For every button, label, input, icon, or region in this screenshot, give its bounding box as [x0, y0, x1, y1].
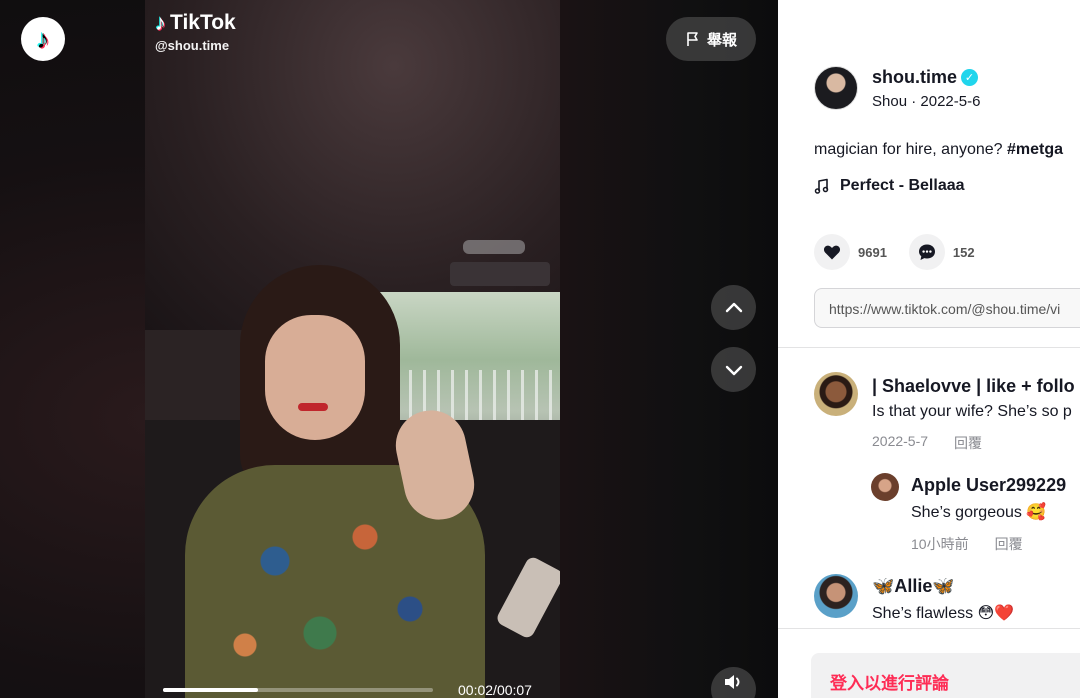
comment-body: Apple User299229 She’s gorgeous 🥰 10小時前 …	[911, 475, 1066, 554]
author-username[interactable]: shou.time	[872, 67, 957, 88]
like-button[interactable]	[814, 234, 850, 270]
panel-divider	[778, 347, 1080, 348]
author-avatar[interactable]	[814, 66, 858, 110]
next-video-button[interactable]	[711, 347, 756, 392]
volume-icon	[724, 674, 739, 689]
music-note-icon	[814, 178, 829, 194]
previous-video-button[interactable]	[711, 285, 756, 330]
author-subline: Shou · 2022-5-6	[872, 93, 980, 110]
video-progress-fill	[163, 688, 258, 692]
comment-text: She’s flawless 😳❤️	[872, 605, 1015, 622]
post-date: 2022-5-6	[920, 92, 981, 110]
comment-stat[interactable]: 152	[908, 234, 975, 270]
video-link-field[interactable]: https://www.tiktok.com/@shou.time/vi	[814, 288, 1080, 328]
login-to-comment-button[interactable]: 登入以進行評論	[811, 653, 1080, 698]
flag-icon	[687, 32, 698, 46]
music-link[interactable]: Perfect - Bellaaa	[814, 177, 965, 195]
person-lips	[298, 403, 328, 411]
comment-avatar[interactable]	[814, 372, 858, 416]
comment-date: 2022-5-7	[872, 433, 929, 449]
person-face	[265, 315, 365, 440]
comment-footer: 登入以進行評論	[778, 628, 1080, 698]
author-display-name: Shou	[872, 92, 908, 110]
report-button[interactable]: 舉報	[666, 17, 756, 61]
video-caption: magician for hire, anyone? #metga	[814, 141, 1063, 159]
chevron-up-icon	[725, 302, 742, 312]
engagement-stats: 9691 152	[814, 234, 975, 270]
current-time: 00:02	[458, 682, 494, 698]
watermark-music-note-icon: ♪	[155, 10, 166, 35]
music-title[interactable]: Perfect - Bellaaa	[840, 177, 965, 195]
tiktok-logo-icon[interactable]: ♪	[21, 17, 65, 61]
video-details-panel: shou.time ✓ Shou · 2022-5-6 magician for…	[778, 0, 1080, 698]
video-time-display: 00:02/00:07	[458, 682, 532, 698]
author-subline-separator: ·	[911, 92, 921, 110]
comment-button[interactable]	[908, 234, 945, 270]
video-blur-background-right	[560, 0, 778, 698]
video-player-area[interactable]: ♪ ♪ TikTok @shou.time 舉報 00:02 / 00:07	[0, 0, 778, 698]
report-label: 舉報	[706, 31, 737, 49]
comment-body: | Shaelovve | like + follo Is that your …	[872, 376, 1075, 453]
author-username-row[interactable]: shou.time ✓	[872, 67, 980, 88]
author-text: shou.time ✓ Shou · 2022-5-6	[872, 67, 980, 110]
car-light	[463, 240, 525, 254]
verified-badge-icon: ✓	[961, 68, 979, 86]
video-watermark: ♪ TikTok @shou.time	[155, 10, 236, 53]
reply-button[interactable]: 回覆	[995, 534, 1023, 554]
comment-meta: 10小時前 回覆	[911, 534, 1066, 554]
video-progress-bar[interactable]	[163, 688, 433, 692]
caption-text: magician for hire, anyone?	[814, 141, 1007, 158]
comment-username[interactable]: 🦋Allie🦋	[872, 576, 1014, 597]
comment-meta: 2022-5-7 回覆	[872, 433, 1075, 453]
reply-button[interactable]: 回覆	[954, 433, 982, 453]
comment-username[interactable]: | Shaelovve | like + follo	[872, 376, 1075, 397]
comment-avatar[interactable]	[814, 574, 858, 618]
like-stat[interactable]: 9691	[814, 234, 887, 270]
comment-bubble-icon	[918, 244, 935, 260]
comment-username[interactable]: Apple User299229	[911, 475, 1066, 496]
car-vent	[450, 262, 550, 286]
author-info[interactable]: shou.time ✓ Shou · 2022-5-6	[814, 66, 980, 110]
tiktok-video-page: ♪ ♪ TikTok @shou.time 舉報 00:02 / 00:07 s…	[0, 0, 1080, 698]
watermark-username: @shou.time	[155, 38, 230, 53]
video-frame[interactable]	[145, 0, 560, 698]
duration: 00:07	[496, 682, 532, 698]
caption-hashtag[interactable]: #metga	[1007, 141, 1063, 158]
heart-icon	[823, 245, 841, 260]
comment-text: Is that your wife? She’s so p	[872, 403, 1072, 420]
like-count: 9691	[858, 244, 887, 260]
comment-count: 152	[952, 244, 975, 260]
watermark-brand: ♪ TikTok	[155, 10, 236, 36]
chevron-down-icon	[725, 365, 742, 375]
comment-avatar[interactable]	[871, 473, 899, 501]
watermark-brand-text: TikTok	[170, 11, 236, 34]
comment-body: 🦋Allie🦋 She’s flawless 😳❤️	[872, 576, 1014, 623]
comment-text: She’s gorgeous 🥰	[911, 504, 1047, 521]
comment-date: 10小時前	[911, 536, 969, 552]
